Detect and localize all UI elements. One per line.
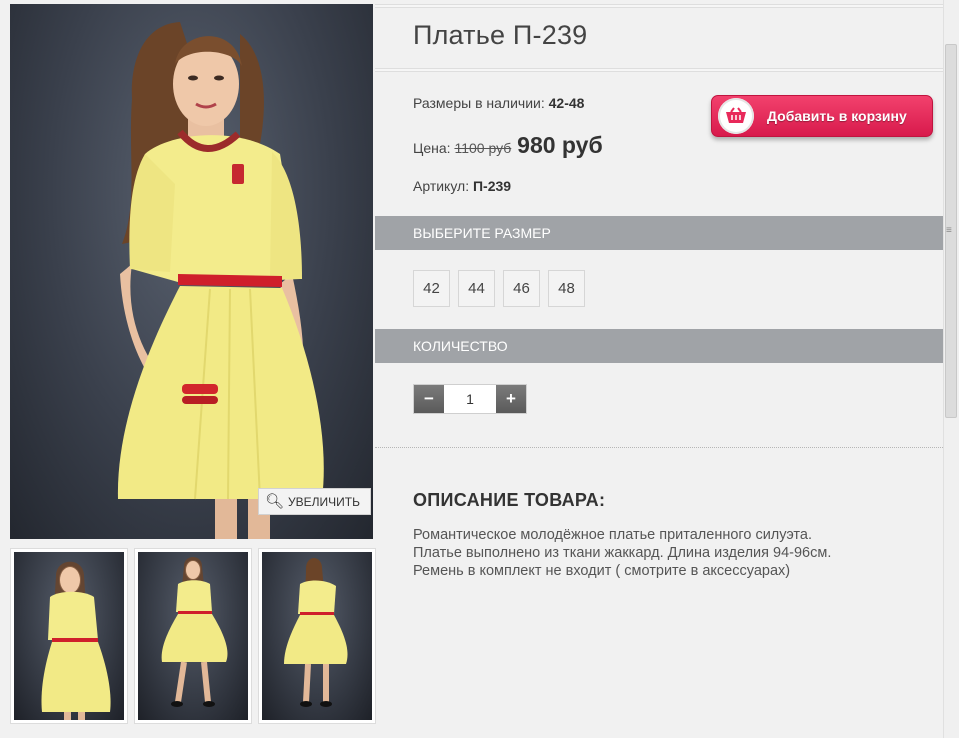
increase-quantity-button[interactable]: + <box>496 385 526 413</box>
decrease-quantity-button[interactable]: − <box>414 385 444 413</box>
price-label: Цена: <box>413 140 451 156</box>
thumbnail-2-figure <box>161 557 228 707</box>
size-option-42[interactable]: 42 <box>413 270 450 307</box>
top-divider <box>375 4 943 8</box>
new-price: 980 руб <box>517 132 603 158</box>
basket-icon <box>718 98 754 134</box>
size-section-header: ВЫБЕРИТЕ РАЗМЕР <box>375 216 943 250</box>
model-figure <box>117 22 324 539</box>
size-option-46[interactable]: 46 <box>503 270 540 307</box>
thumbnail-3-figure <box>284 558 348 707</box>
quantity-stepper: − + <box>413 384 527 414</box>
description-line: Ремень в комплект не входит ( смотрите в… <box>413 563 791 579</box>
description-text: Романтическое молодёжное платье притален… <box>413 526 913 580</box>
thumbnail-strip <box>10 548 376 724</box>
sizes-value: 42-48 <box>548 95 585 111</box>
add-to-cart-button[interactable]: Добавить в корзину <box>711 95 933 137</box>
title-divider <box>375 68 943 72</box>
quantity-input[interactable] <box>444 385 496 413</box>
article-value: П-239 <box>472 178 512 194</box>
zoom-label: УВЕЛИЧИТЬ <box>288 494 360 509</box>
add-to-cart-label: Добавить в корзину <box>767 108 907 124</box>
quantity-section-header: КОЛИЧЕСТВО <box>375 329 943 363</box>
thumbnail-1[interactable] <box>10 548 128 724</box>
scrollbar-grip-icon: ≡ <box>946 225 952 236</box>
sizes-available: Размеры в наличии: 42-48 <box>413 95 584 111</box>
price-line: Цена: 1100 руб 980 руб <box>413 132 603 159</box>
zoom-button[interactable]: 🔍︎ УВЕЛИЧИТЬ <box>257 488 371 515</box>
magnifier-icon: 🔍︎ <box>264 493 285 510</box>
thumbnail-3[interactable] <box>258 548 376 724</box>
size-options: 42 44 46 48 <box>413 270 585 307</box>
description-line: Романтическое молодёжное платье притален… <box>413 527 813 543</box>
article-line: Артикул: П-239 <box>413 178 511 194</box>
description-divider <box>375 447 943 448</box>
sizes-label: Размеры в наличии: <box>413 95 545 111</box>
description-line: Платье выполнено из ткани жаккард. Длина… <box>413 545 832 561</box>
product-title: Платье П-239 <box>413 20 588 50</box>
main-product-photo[interactable]: 🔍︎ УВЕЛИЧИТЬ <box>10 4 373 539</box>
old-price: 1100 руб <box>454 140 512 156</box>
article-label: Артикул: <box>413 178 470 194</box>
description-title: ОПИСАНИЕ ТОВАРА: <box>413 490 606 510</box>
thumbnail-1-figure <box>41 561 111 720</box>
size-option-44[interactable]: 44 <box>458 270 495 307</box>
thumbnail-2[interactable] <box>134 548 252 724</box>
size-option-48[interactable]: 48 <box>548 270 585 307</box>
